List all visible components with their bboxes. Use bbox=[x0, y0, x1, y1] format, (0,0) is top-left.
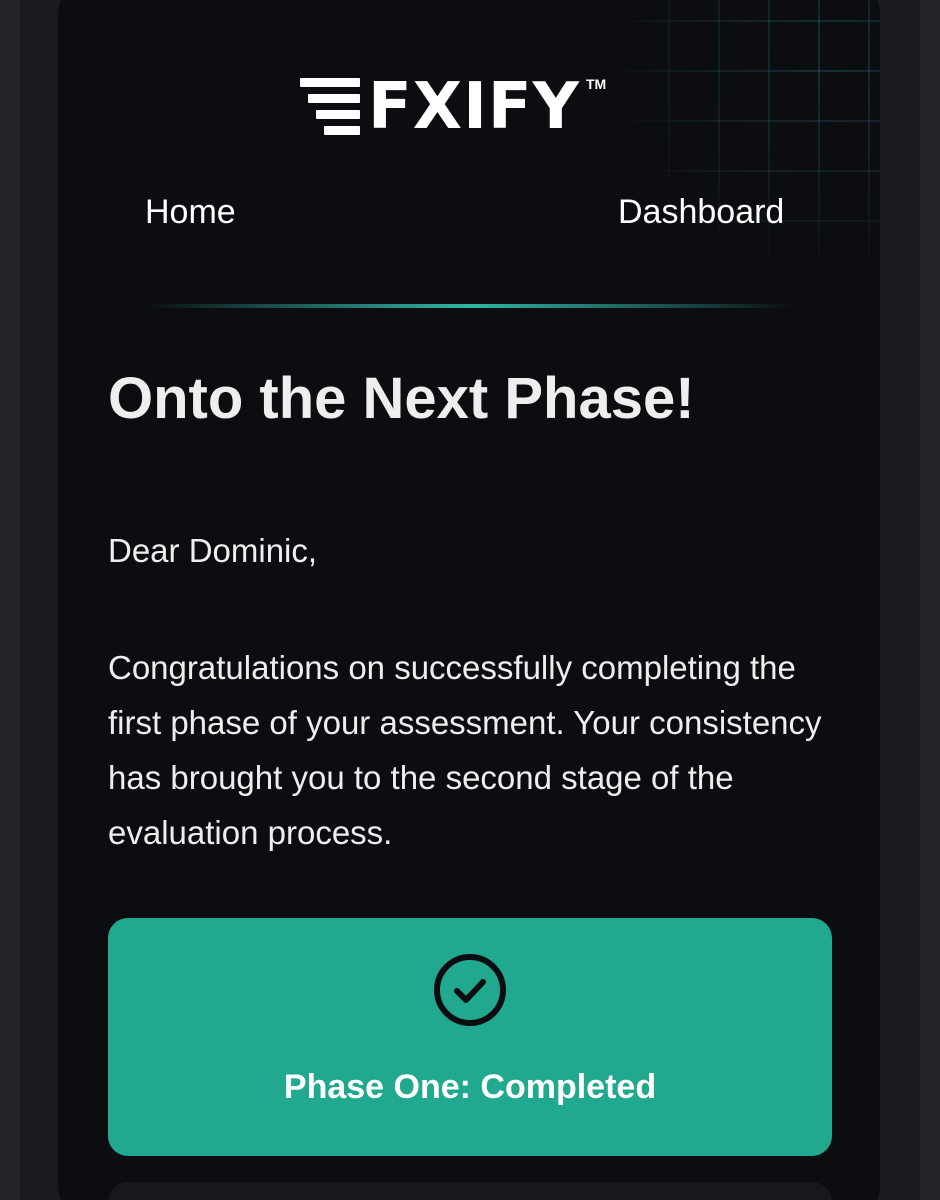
nav-link-dashboard[interactable]: Dashboard bbox=[618, 193, 784, 232]
check-circle-icon bbox=[434, 954, 506, 1026]
email-greeting: Dear Dominic, bbox=[108, 532, 318, 569]
logo-bars-icon bbox=[300, 78, 360, 136]
email-card: FXIFY TM Home Dashboard Onto the Next Ph… bbox=[58, 0, 880, 1200]
trademark-mark: TM bbox=[585, 76, 607, 92]
email-view: FXIFY TM Home Dashboard Onto the Next Ph… bbox=[0, 0, 940, 1200]
nav-link-home[interactable]: Home bbox=[145, 193, 236, 232]
phase-status-card: Phase One: Completed bbox=[108, 918, 832, 1156]
side-strip-right bbox=[920, 0, 940, 1200]
side-strip-left bbox=[0, 0, 20, 1200]
header-divider bbox=[145, 304, 795, 308]
brand-name: FXIFY bbox=[368, 70, 580, 144]
next-section-card bbox=[108, 1182, 832, 1200]
email-title: Onto the Next Phase! bbox=[108, 366, 695, 431]
phase-status-label: Phase One: Completed bbox=[283, 1068, 657, 1106]
brand-logo: FXIFY TM bbox=[300, 72, 606, 142]
email-body: Congratulations on successfully completi… bbox=[108, 649, 822, 851]
